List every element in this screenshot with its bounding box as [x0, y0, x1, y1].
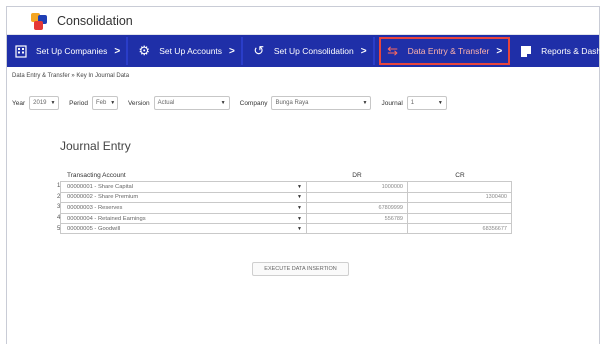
chevron-right-icon: >	[114, 45, 121, 57]
nav-set-up-companies[interactable]: Set Up Companies >	[9, 37, 129, 65]
account-select[interactable]: 00000005 - Goodwill ▼	[60, 223, 306, 234]
filter-bar: Year 2019 ▼ Period Feb ▼ Version Actual …	[12, 96, 457, 110]
company-select[interactable]: Bunga Raya ▼	[271, 96, 372, 110]
nav-set-up-accounts[interactable]: ⚙ Set Up Accounts >	[132, 37, 243, 65]
table-row: 5 00000005 - Goodwill ▼ 68356677	[57, 223, 512, 234]
cr-input[interactable]: 1300400	[408, 191, 512, 203]
period-select[interactable]: Feb ▼	[91, 96, 118, 110]
company-value: Bunga Raya	[275, 100, 309, 106]
journal-value: 1	[410, 100, 415, 106]
nav-label: Data Entry & Transfer	[407, 46, 490, 56]
account-value: 00000002 - Share Premium	[67, 194, 139, 201]
building-icon	[14, 44, 28, 58]
dr-input[interactable]: 556789	[306, 212, 408, 224]
cr-input[interactable]	[408, 202, 512, 213]
account-select[interactable]: 00000003 - Reserves ▼	[60, 202, 306, 213]
version-select[interactable]: Actual ▼	[153, 96, 230, 110]
company-label: Company	[239, 99, 268, 107]
dr-input[interactable]	[306, 223, 408, 234]
report-icon	[519, 44, 533, 58]
year-select[interactable]: 2019 ▼	[29, 96, 60, 110]
journal-select[interactable]: 1 ▼	[406, 96, 447, 110]
caret-down-icon: ▼	[362, 100, 368, 106]
account-value: 00000005 - Goodwill	[67, 225, 121, 232]
execute-data-insertion-button[interactable]: EXECUTE DATA INSERTION	[252, 262, 349, 276]
year-value: 2019	[33, 100, 47, 106]
cr-input[interactable]	[408, 181, 512, 192]
refresh-icon: ↺	[253, 43, 265, 58]
page-title: Journal Entry	[60, 139, 131, 153]
version-label: Version	[127, 99, 150, 107]
row-number: 5	[57, 225, 61, 232]
transfer-arrows-icon: ⇆	[387, 43, 399, 58]
nav-label: Set Up Consolidation	[273, 46, 354, 56]
year-label: Year	[12, 99, 26, 107]
journal-table: Transacting Account DR CR 1 00000001 - S…	[57, 169, 512, 234]
chevron-right-icon: >	[360, 45, 367, 57]
account-select[interactable]: 00000004 - Retained Earnings ▼	[60, 212, 306, 224]
row-number: 1	[57, 183, 61, 190]
caret-down-icon: ▼	[297, 194, 302, 201]
period-value: Feb	[95, 100, 107, 106]
table-row: 1 00000001 - Share Capital ▼ 1000000	[57, 181, 512, 192]
caret-down-icon: ▼	[297, 183, 302, 190]
caret-down-icon: ▼	[297, 215, 302, 222]
nav-reports-dashboard[interactable]: Reports & Dashboard >	[514, 37, 606, 65]
table-row: 2 00000002 - Share Premium ▼ 1300400	[57, 191, 512, 203]
caret-down-icon: ▼	[50, 100, 56, 106]
caret-down-icon: ▼	[220, 100, 226, 106]
caret-down-icon: ▼	[297, 204, 302, 211]
title-bar: Consolidation	[7, 7, 599, 35]
column-header-dr: DR	[352, 171, 362, 179]
row-number: 2	[57, 193, 61, 200]
caret-down-icon: ▼	[437, 100, 443, 106]
nav-data-entry-transfer[interactable]: ⇆ Data Entry & Transfer >	[378, 37, 511, 65]
account-value: 00000004 - Retained Earnings	[67, 215, 146, 222]
cr-input[interactable]	[408, 212, 512, 224]
column-header-account: Transacting Account	[67, 171, 126, 179]
row-number: 4	[57, 215, 61, 222]
version-value: Actual	[157, 100, 175, 106]
caret-down-icon: ▼	[297, 225, 302, 232]
nav-label: Reports & Dashboard	[541, 46, 606, 56]
dr-input[interactable]: 1000000	[306, 181, 408, 192]
dr-input[interactable]	[306, 191, 408, 203]
nav-set-up-consolidation[interactable]: ↺ Set Up Consolidation >	[247, 37, 375, 65]
app-title: Consolidation	[57, 13, 133, 28]
account-value: 00000001 - Share Capital	[67, 183, 134, 190]
gears-icon: ⚙	[138, 43, 151, 58]
column-header-cr: CR	[455, 171, 465, 179]
account-select[interactable]: 00000001 - Share Capital ▼	[60, 181, 306, 192]
table-row: 3 00000003 - Reserves ▼ 67809999	[57, 202, 512, 213]
row-number: 3	[57, 204, 61, 211]
caret-down-icon: ▼	[110, 100, 116, 106]
table-row: 4 00000004 - Retained Earnings ▼ 556789	[57, 212, 512, 224]
account-value: 00000003 - Reserves	[67, 204, 123, 211]
chevron-right-icon: >	[496, 45, 503, 57]
main-nav: Set Up Companies > ⚙ Set Up Accounts > ↺…	[7, 35, 606, 67]
journal-label: Journal	[381, 99, 403, 107]
table-header: Transacting Account DR CR	[60, 169, 512, 181]
cr-input[interactable]: 68356677	[408, 223, 512, 234]
nav-label: Set Up Accounts	[159, 46, 223, 56]
dr-input[interactable]: 67809999	[306, 202, 408, 213]
chevron-right-icon: >	[229, 45, 235, 57]
account-select[interactable]: 00000002 - Share Premium ▼	[60, 191, 306, 203]
breadcrumb: Data Entry & Transfer » Key In Journal D…	[12, 73, 130, 79]
nav-label: Set Up Companies	[36, 46, 108, 56]
app-logo-icon	[29, 11, 49, 31]
period-label: Period	[69, 99, 88, 107]
